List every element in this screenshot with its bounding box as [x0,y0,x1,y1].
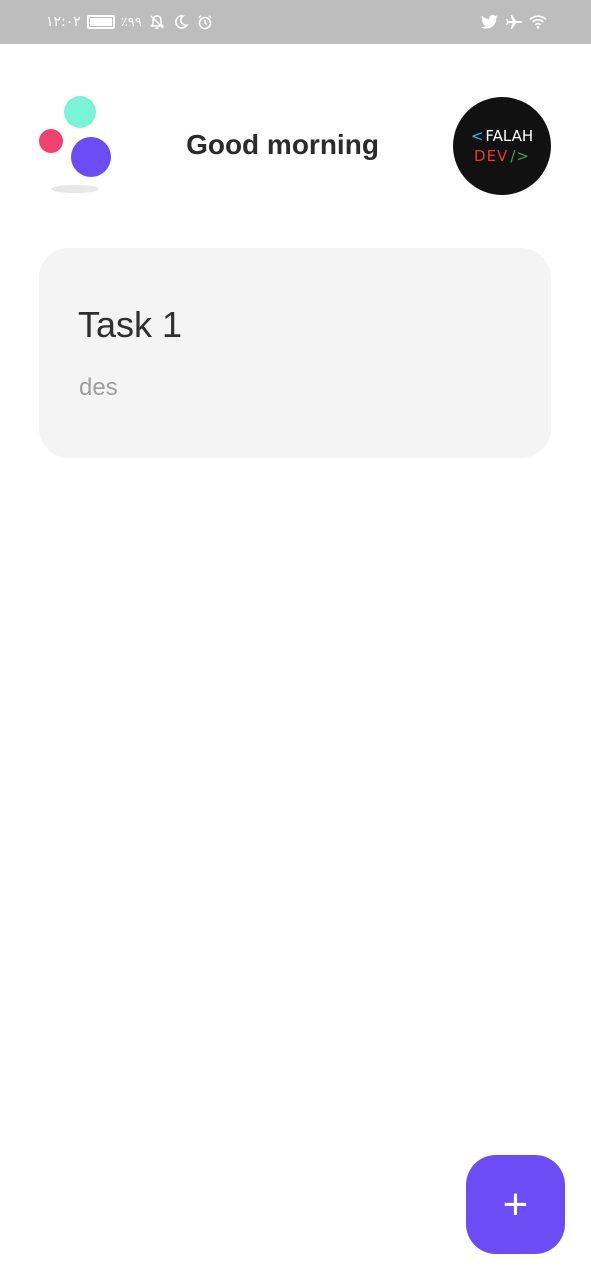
avatar-close-bracket: /> [510,146,530,165]
battery-icon [86,15,115,29]
wifi-icon [529,13,547,31]
avatar[interactable]: < FALAH DEV /> [453,97,551,195]
status-bar: ١٢:٠٢ ٪٩٩ [0,0,591,44]
avatar-text-dev: DEV [474,146,509,165]
avatar-line2: DEV /> [474,146,530,165]
battery-percent: ٪٩٩ [120,14,142,30]
status-time: ١٢:٠٢ [46,14,81,30]
moon-icon [172,13,190,31]
add-task-button[interactable]: + [466,1155,565,1254]
twitter-icon [481,13,499,31]
bell-off-icon [148,13,166,31]
task-card[interactable]: Task 1 des [39,248,551,458]
greeting-title: Good morning [186,129,379,160]
avatar-line1: < FALAH [470,126,534,145]
airplane-icon [505,13,523,31]
plus-icon: + [502,1179,529,1229]
task-title: Task 1 [78,304,183,345]
alarm-icon [196,13,214,31]
app-screen: ١٢:٠٢ ٪٩٩ Good morning < FALAH DEV /> Ta… [0,0,591,1280]
task-description: des [79,374,118,401]
avatar-open-bracket: < [470,126,484,145]
avatar-text-falah: FALAH [485,126,534,145]
header: Good morning < FALAH DEV /> [0,44,591,234]
status-right [481,13,547,31]
status-left: ١٢:٠٢ ٪٩٩ [46,13,214,31]
app-logo [36,96,116,196]
